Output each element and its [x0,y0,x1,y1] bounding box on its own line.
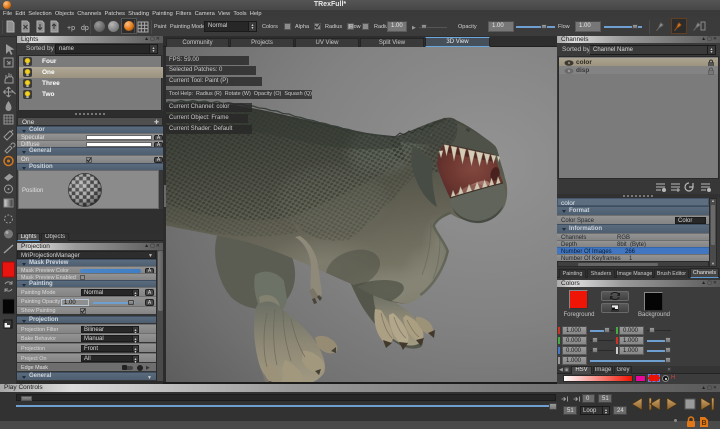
svg-text:+p: +p [67,25,75,32]
svg-text:dp: dp [81,25,89,32]
svg-text:B: B [702,420,707,427]
